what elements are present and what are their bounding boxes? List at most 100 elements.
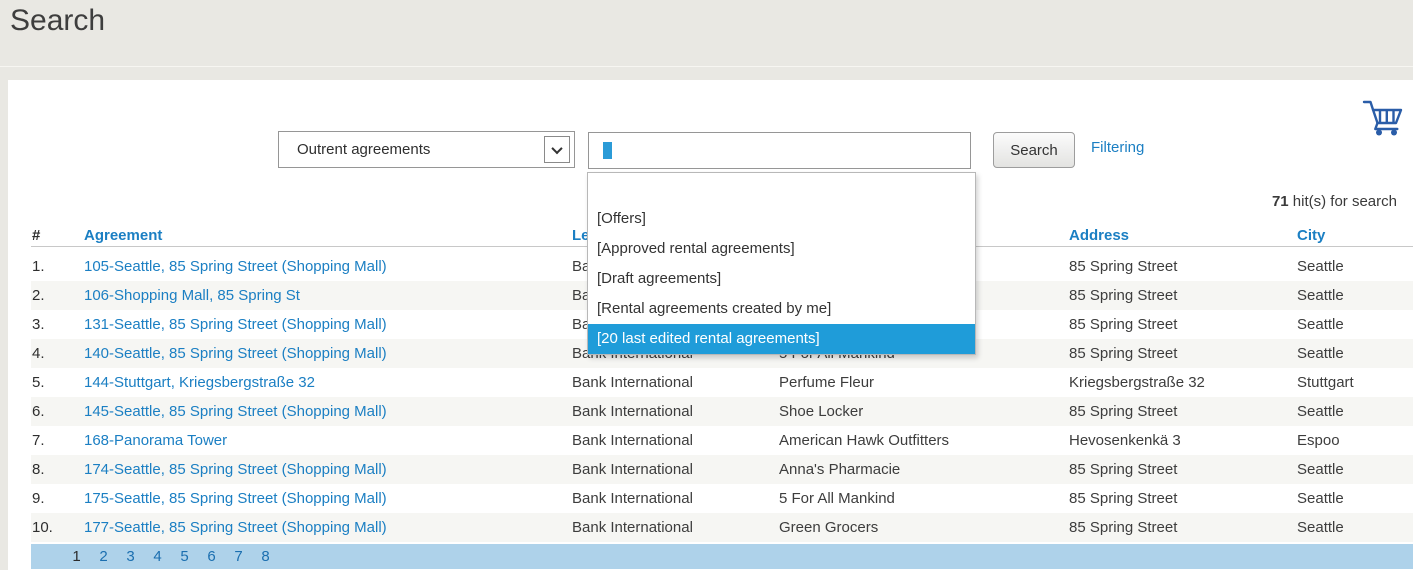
suggestion-item-selected[interactable]: [20 last edited rental agreements] bbox=[588, 324, 975, 354]
pagination-page-link[interactable]: 4 bbox=[144, 544, 171, 569]
cell-lessee: American Hawk Outfitters bbox=[779, 426, 1069, 455]
search-category-value: Outrent agreements bbox=[297, 141, 430, 158]
agreement-link[interactable]: 106-Shopping Mall, 85 Spring St bbox=[84, 287, 300, 304]
cell-city: Seattle bbox=[1297, 281, 1413, 310]
agreement-link[interactable]: 177-Seattle, 85 Spring Street (Shopping … bbox=[84, 519, 387, 536]
cell-lessor: Bank International bbox=[572, 426, 779, 455]
cell-lessor: Bank International bbox=[572, 368, 779, 397]
agreement-link[interactable]: 131-Seattle, 85 Spring Street (Shopping … bbox=[84, 316, 387, 333]
page-header: Search bbox=[0, 0, 1413, 80]
cell-lessor: Bank International bbox=[572, 484, 779, 513]
suggestion-item[interactable]: [Offers] bbox=[588, 204, 975, 234]
agreement-link[interactable]: 144-Stuttgart, Kriegsbergstraße 32 bbox=[84, 374, 315, 391]
cell-agreement: 105-Seattle, 85 Spring Street (Shopping … bbox=[84, 252, 572, 281]
cell-agreement: 131-Seattle, 85 Spring Street (Shopping … bbox=[84, 310, 572, 339]
agreement-link[interactable]: 175-Seattle, 85 Spring Street (Shopping … bbox=[84, 490, 387, 507]
chevron-down-icon bbox=[551, 142, 562, 153]
table-row: 6.145-Seattle, 85 Spring Street (Shoppin… bbox=[31, 397, 1413, 426]
cell-agreement: 174-Seattle, 85 Spring Street (Shopping … bbox=[84, 455, 572, 484]
cell-city: Seattle bbox=[1297, 397, 1413, 426]
cell-lessee: 5 For All Mankind bbox=[779, 484, 1069, 513]
cell-city: Seattle bbox=[1297, 455, 1413, 484]
agreement-link[interactable]: 174-Seattle, 85 Spring Street (Shopping … bbox=[84, 461, 387, 478]
pagination-page-link[interactable]: 5 bbox=[171, 544, 198, 569]
cell-address: 85 Spring Street bbox=[1069, 513, 1297, 542]
hits-count-text: 71 hit(s) for search bbox=[1272, 193, 1397, 210]
hits-suffix: hit(s) for search bbox=[1289, 193, 1397, 210]
suggestion-item[interactable]: [Rental agreements created by me] bbox=[588, 294, 975, 324]
cell-city: Seattle bbox=[1297, 339, 1413, 368]
table-row: 5.144-Stuttgart, Kriegsbergstraße 32 Bank… bbox=[31, 368, 1413, 397]
cell-lessor: Bank International bbox=[572, 455, 779, 484]
cell-lessee: Anna's Pharmacie bbox=[779, 455, 1069, 484]
pagination-current-page: 1 bbox=[63, 544, 90, 569]
select-dropdown-button[interactable] bbox=[544, 136, 570, 163]
cell-agreement: 175-Seattle, 85 Spring Street (Shopping … bbox=[84, 484, 572, 513]
suggestion-item[interactable]: [Draft agreements] bbox=[588, 264, 975, 294]
cell-address: 85 Spring Street bbox=[1069, 252, 1297, 281]
column-header[interactable]: Agreement bbox=[84, 225, 572, 246]
cell-city: Seattle bbox=[1297, 252, 1413, 281]
agreement-link[interactable]: 140-Seattle, 85 Spring Street (Shopping … bbox=[84, 345, 387, 362]
cell-num: 8. bbox=[31, 455, 84, 484]
agreement-link[interactable]: 168-Panorama Tower bbox=[84, 432, 227, 449]
cell-address: Kriegsbergstraße 32 bbox=[1069, 368, 1297, 397]
cell-address: 85 Spring Street bbox=[1069, 397, 1297, 426]
cell-agreement: 145-Seattle, 85 Spring Street (Shopping … bbox=[84, 397, 572, 426]
suggestion-item[interactable]: [Approved rental agreements] bbox=[588, 234, 975, 264]
cell-lessee: Shoe Locker bbox=[779, 397, 1069, 426]
pagination-page-link[interactable]: 6 bbox=[198, 544, 225, 569]
text-caret bbox=[603, 142, 612, 159]
cell-address: 85 Spring Street bbox=[1069, 339, 1297, 368]
search-input[interactable] bbox=[588, 132, 971, 169]
hits-count: 71 bbox=[1272, 193, 1289, 210]
page-title: Search bbox=[10, 4, 105, 38]
cell-agreement: 177-Seattle, 85 Spring Street (Shopping … bbox=[84, 513, 572, 542]
column-header[interactable]: City bbox=[1297, 225, 1413, 246]
cell-lessee: Perfume Fleur bbox=[779, 368, 1069, 397]
cell-num: 7. bbox=[31, 426, 84, 455]
cell-lessor: Bank International bbox=[572, 397, 779, 426]
filtering-link[interactable]: Filtering bbox=[1091, 139, 1144, 156]
cell-agreement: 144-Stuttgart, Kriegsbergstraße 32 bbox=[84, 368, 572, 397]
table-row: 8.174-Seattle, 85 Spring Street (Shoppin… bbox=[31, 455, 1413, 484]
header-divider bbox=[0, 66, 1413, 67]
cell-num: 1. bbox=[31, 252, 84, 281]
cell-num: 6. bbox=[31, 397, 84, 426]
cell-city: Seattle bbox=[1297, 513, 1413, 542]
column-header: # bbox=[31, 225, 84, 246]
pagination-page-link[interactable]: 7 bbox=[225, 544, 252, 569]
cell-num: 10. bbox=[31, 513, 84, 542]
cell-num: 4. bbox=[31, 339, 84, 368]
table-row: 10.177-Seattle, 85 Spring Street (Shoppi… bbox=[31, 513, 1413, 542]
cell-address: 85 Spring Street bbox=[1069, 484, 1297, 513]
search-suggestions-dropdown: [Offers][Approved rental agreements][Dra… bbox=[587, 172, 976, 355]
cell-num: 5. bbox=[31, 368, 84, 397]
cell-city: Stuttgart bbox=[1297, 368, 1413, 397]
cell-num: 2. bbox=[31, 281, 84, 310]
cell-num: 3. bbox=[31, 310, 84, 339]
cell-address: 85 Spring Street bbox=[1069, 455, 1297, 484]
cell-city: Seattle bbox=[1297, 484, 1413, 513]
pagination-page-link[interactable]: 8 bbox=[252, 544, 279, 569]
table-row: 7.168-Panorama Tower Bank InternationalAm… bbox=[31, 426, 1413, 455]
search-button[interactable]: Search bbox=[993, 132, 1075, 168]
agreement-link[interactable]: 145-Seattle, 85 Spring Street (Shopping … bbox=[84, 403, 387, 420]
content-panel: Outrent agreements Search Filtering 71 h… bbox=[8, 80, 1413, 570]
agreement-link[interactable]: 105-Seattle, 85 Spring Street (Shopping … bbox=[84, 258, 387, 275]
column-header[interactable]: Address bbox=[1069, 225, 1297, 246]
cell-lessor: Bank International bbox=[572, 513, 779, 542]
search-category-select[interactable]: Outrent agreements bbox=[278, 131, 575, 168]
cell-address: 85 Spring Street bbox=[1069, 310, 1297, 339]
pagination-page-link[interactable]: 2 bbox=[90, 544, 117, 569]
pagination-page-link[interactable]: 3 bbox=[117, 544, 144, 569]
cell-address: Hevosenkenkä 3 bbox=[1069, 426, 1297, 455]
pagination-bar: 12345678 bbox=[31, 544, 1413, 569]
cell-agreement: 140-Seattle, 85 Spring Street (Shopping … bbox=[84, 339, 572, 368]
table-row: 9.175-Seattle, 85 Spring Street (Shoppin… bbox=[31, 484, 1413, 513]
shopping-cart-icon[interactable] bbox=[1362, 98, 1406, 138]
cell-num: 9. bbox=[31, 484, 84, 513]
cell-agreement: 106-Shopping Mall, 85 Spring St bbox=[84, 281, 572, 310]
cell-address: 85 Spring Street bbox=[1069, 281, 1297, 310]
cell-agreement: 168-Panorama Tower bbox=[84, 426, 572, 455]
